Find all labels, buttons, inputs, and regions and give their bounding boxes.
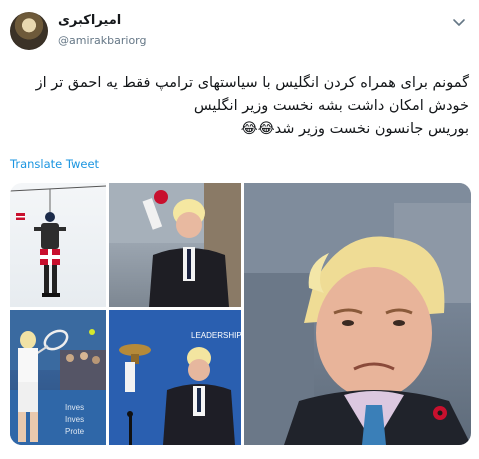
user-handle[interactable]: @amirakbariorg	[58, 34, 147, 47]
chevron-down-icon[interactable]	[451, 14, 467, 30]
photo-zipline[interactable]	[10, 183, 106, 307]
tweet-text-line: بوریس جانسون نخست وزیر شد😂😂	[240, 121, 469, 137]
translate-tweet-link[interactable]: Translate Tweet	[10, 157, 99, 171]
photo-tennis[interactable]: Inves Inves Prote	[10, 310, 106, 445]
media-grid: Inves Inves Prote LEADERSHIP ELE	[10, 183, 471, 445]
svg-text:LEADERSHIP ELE: LEADERSHIP ELE	[191, 331, 241, 340]
avatar[interactable]	[10, 12, 48, 50]
tweet-text-line: گمونم برای همراه کردن انگلیس با سیاستهای…	[35, 75, 469, 91]
display-name[interactable]: امیراکبری	[58, 13, 121, 28]
tweet-text-line: خودش امکان داشت بشه نخست وزیر انگلیس	[193, 98, 469, 114]
svg-text:Inves: Inves	[65, 415, 84, 424]
photo-throwing-ball[interactable]	[109, 183, 241, 307]
photo-trophy-speech[interactable]: LEADERSHIP ELE	[109, 310, 241, 445]
svg-text:Prote: Prote	[65, 427, 85, 436]
tweet-text: گمونم برای همراه کردن انگلیس با سیاستهای…	[10, 72, 469, 141]
tweet-card: امیراکبری @amirakbariorg گمونم برای همرا…	[0, 0, 479, 459]
svg-text:Inves: Inves	[65, 403, 84, 412]
photo-portrait[interactable]	[244, 183, 471, 445]
